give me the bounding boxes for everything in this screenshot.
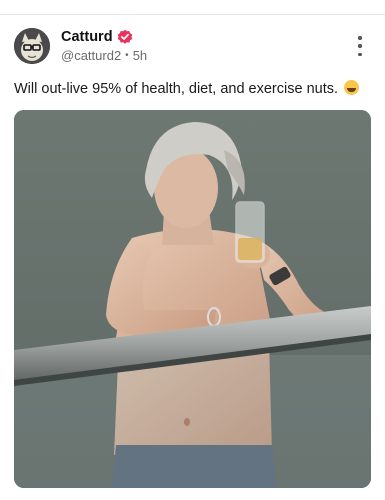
meta-separator: • [125,50,129,61]
post-image[interactable] [14,110,371,488]
author-row: Catturd [61,29,133,45]
laughing-emoji-icon [344,80,360,95]
author-name[interactable]: Catturd [61,29,113,45]
post-meta: @catturd2 • 5h [61,48,147,63]
author-handle[interactable]: @catturd2 [61,48,121,63]
photo-illustration [14,110,371,488]
post-text: Will out-live 95% of health, diet, and e… [14,81,338,97]
verified-badge-icon [117,29,132,44]
post-text-container: Will out-live 95% of health, diet, and e… [14,80,374,98]
post-time[interactable]: 5h [133,48,147,63]
post-card: Catturd @catturd2 • 5h Will out-live 95%… [0,0,385,500]
avatar[interactable] [14,28,50,64]
more-options-icon[interactable] [355,36,365,56]
